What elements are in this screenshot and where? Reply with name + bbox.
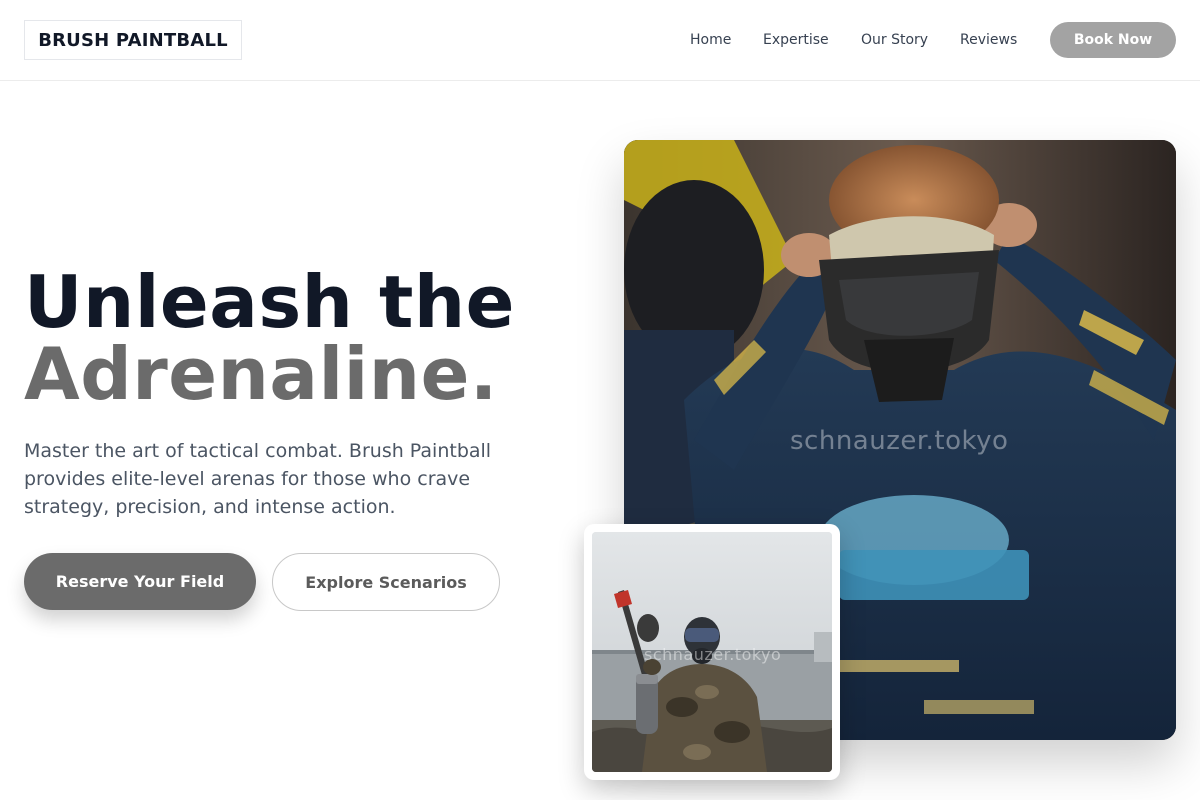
secondary-image-watermark: schnauzer.tokyo — [644, 645, 782, 664]
secondary-image-card: schnauzer.tokyo — [584, 524, 840, 780]
nav-link-expertise[interactable]: Expertise — [763, 30, 829, 50]
hero-title-line2: Adrenaline. — [24, 332, 498, 416]
reserve-field-button[interactable]: Reserve Your Field — [24, 553, 256, 610]
secondary-image: schnauzer.tokyo — [592, 532, 832, 772]
site-header: BRUSH PAINTBALL Home Expertise Our Story… — [0, 0, 1200, 81]
nav-link-reviews[interactable]: Reviews — [960, 30, 1017, 50]
hero-subtitle: Master the art of tactical combat. Brush… — [24, 440, 492, 518]
main-nav: Home Expertise Our Story Reviews — [0, 30, 1200, 50]
nav-link-our-story[interactable]: Our Story — [861, 30, 928, 50]
main-image-watermark: schnauzer.tokyo — [790, 426, 1009, 456]
hero-title: Unleash the Adrenaline. — [24, 266, 584, 410]
explore-scenarios-button[interactable]: Explore Scenarios — [272, 553, 500, 611]
hero-title-line1: Unleash the — [24, 260, 516, 344]
nav-link-home[interactable]: Home — [690, 30, 731, 50]
book-now-button[interactable]: Book Now — [1050, 22, 1176, 58]
